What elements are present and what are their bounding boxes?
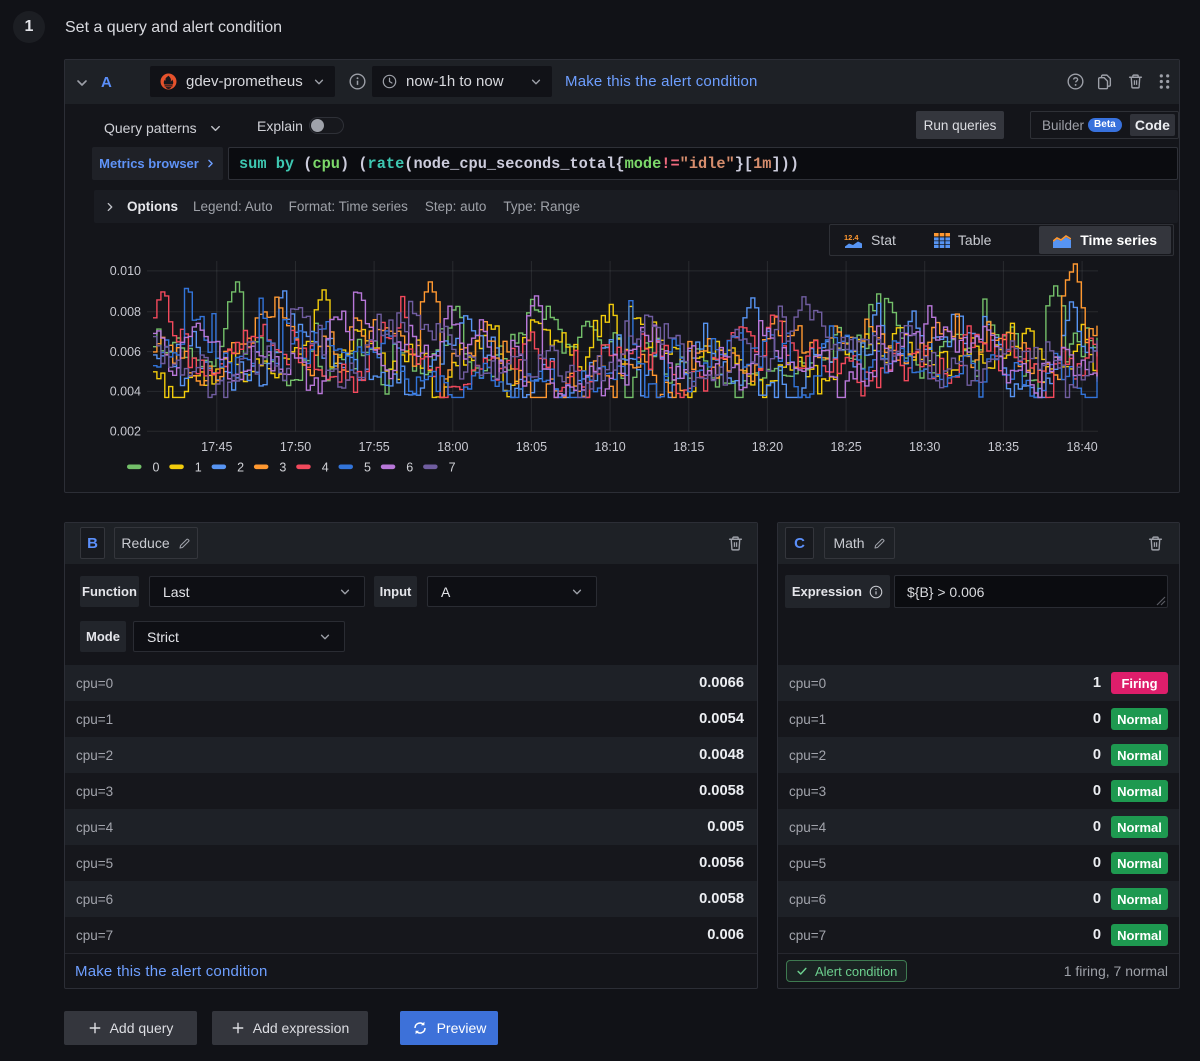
svg-text:4: 4 [322, 461, 329, 475]
svg-text:18:10: 18:10 [594, 440, 625, 454]
svg-text:0: 0 [153, 461, 160, 475]
svg-text:18:05: 18:05 [516, 440, 547, 454]
svg-text:12.4: 12.4 [844, 233, 859, 242]
svg-text:17:45: 17:45 [201, 440, 232, 454]
svg-text:18:25: 18:25 [830, 440, 861, 454]
svg-text:17:50: 17:50 [280, 440, 311, 454]
svg-text:6: 6 [406, 461, 413, 475]
svg-text:3: 3 [279, 461, 286, 475]
svg-text:0.002: 0.002 [110, 424, 141, 438]
svg-text:1: 1 [195, 461, 202, 475]
svg-text:7: 7 [449, 461, 456, 475]
svg-text:18:20: 18:20 [752, 440, 783, 454]
svg-text:0.006: 0.006 [110, 345, 141, 359]
svg-text:18:35: 18:35 [988, 440, 1019, 454]
svg-text:0.010: 0.010 [110, 264, 141, 278]
svg-text:18:30: 18:30 [909, 440, 940, 454]
svg-text:2: 2 [237, 461, 244, 475]
svg-text:0.004: 0.004 [110, 385, 141, 399]
svg-text:18:40: 18:40 [1066, 440, 1097, 454]
svg-text:5: 5 [364, 461, 371, 475]
svg-text:0.008: 0.008 [110, 305, 141, 319]
svg-text:18:00: 18:00 [437, 440, 468, 454]
svg-text:18:15: 18:15 [673, 440, 704, 454]
svg-text:17:55: 17:55 [358, 440, 389, 454]
